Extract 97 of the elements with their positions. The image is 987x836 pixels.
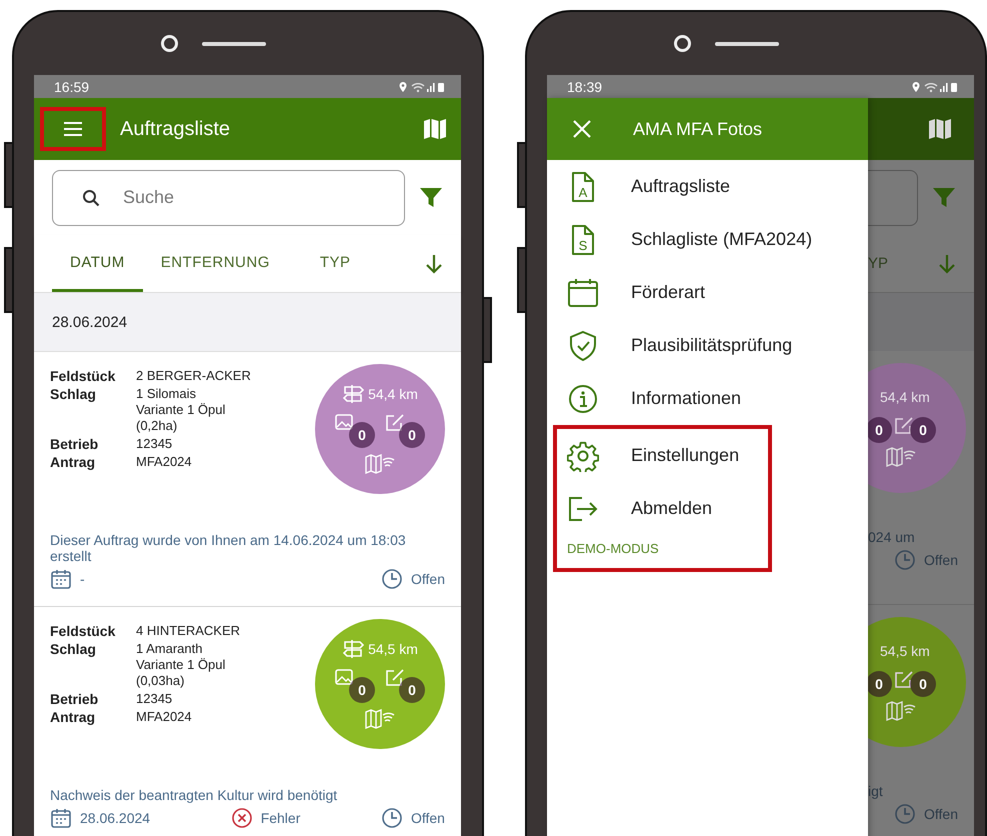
app-title: Auftragsliste [120,118,232,140]
info-icon [567,384,599,414]
sort-direction-icon[interactable] [425,254,443,274]
map-wifi-icon [365,454,395,474]
photo-count: 0 [868,417,892,443]
settings-icon [567,440,599,472]
drawer-item[interactable]: Einstellungen [557,429,768,482]
speaker-slot [714,42,778,46]
field-value: 1 Amaranth Variante 1 Öpul (0,03ha) [136,641,226,689]
order-status: Offen [411,571,445,587]
speaker-slot [202,42,266,46]
distance-text: 54,4 km [880,389,931,405]
order-message: igt [868,783,884,799]
order-status: Offen [924,552,958,568]
calendar-icon [50,568,72,590]
field-label: Feldstück [50,368,116,384]
status-time: 18:39 [567,78,602,94]
field-value: 12345 [136,436,174,452]
tab-label: YP [868,255,888,272]
field-label: Betrieb [50,436,100,452]
map-wifi-icon [886,447,916,467]
signpost-icon [342,639,364,659]
search-icon [82,188,100,206]
status-icons [399,80,445,92]
note-count: 0 [399,422,425,448]
field-label: Schlag [50,641,97,659]
note-count: 0 [910,417,936,443]
sort-direction-icon [938,254,956,274]
clock-icon [381,568,403,590]
field-label: Schlag [50,386,97,404]
field-value: MFA2024 [136,454,193,470]
filter-icon [932,186,956,210]
field-value: 1 Silomais Variante 1 Öpul (0,2ha) [136,386,226,434]
distance-text: 54,5 km [368,641,418,657]
calendar-icon [567,278,599,308]
drawer-item[interactable]: S Schlagliste (MFA2024) [547,213,868,266]
photo-count: 0 [349,677,375,703]
edit-note-icon [894,671,914,689]
order-message: Nachweis der beantragten Kultur wird benötigt [50,787,338,803]
drawer-item[interactable]: Plausibilitätsprüfung [547,319,868,372]
demo-mode-label: DEMO-MODUS [566,541,660,556]
filter-icon[interactable] [419,186,443,210]
field-label: Betrieb [50,691,100,707]
drawer-title: AMA MFA Fotos [633,118,762,140]
due-date: 28.06.2024 [80,810,150,826]
date-header: 28.06.2024 [52,314,128,330]
status-icons [912,80,958,92]
order-status: Offen [924,806,958,822]
clock-icon [894,803,916,825]
drawer-item[interactable]: A Auftragsliste [547,160,868,213]
clock-icon [380,807,403,829]
status-time: 16:59 [54,78,90,94]
distance-text: 54,5 km [880,643,931,659]
note-count: 0 [399,677,425,703]
map-wifi-icon [365,709,395,729]
menu-button[interactable] [40,107,106,151]
photo-icon [335,669,355,687]
clock-icon [894,549,916,571]
order-message: 024 um [868,529,916,545]
error-icon [230,807,253,829]
calendar-icon [50,807,72,829]
map-wifi-icon [886,701,916,721]
map-icon [928,118,952,140]
edit-note-icon [385,414,405,432]
photo-icon [335,414,355,432]
sort-tab[interactable]: TYP [302,235,369,292]
field-label: Antrag [50,454,96,470]
drawer-item[interactable]: Förderart [547,266,868,319]
field-value: 4 HINTERACKER [136,623,240,639]
note-count: 0 [910,671,936,697]
order-status: Offen [410,810,445,826]
photo-count: 0 [349,422,375,448]
close-icon [573,120,591,138]
order-card[interactable]: Feldstück 4 HINTERACKER Schlag 1 Amaranth Variante 1 Öpul (0,03ha) Betrieb 12345 Antrag MFA2024 54,5 km 0 0 Nachweis der beantragten Kultur wird benötigt 28.06.2024 Fehler Offen [34,607,461,836]
search-field[interactable]: Suche [52,170,405,226]
camera-icon [160,35,178,52]
camera-icon [674,35,690,52]
map-icon[interactable] [423,118,447,140]
error-status: Fehler [260,810,300,826]
order-card[interactable]: Feldstück 2 BERGER-ACKER Schlag 1 Silomais Variante 1 Öpul (0,2ha) Betrieb 12345 Antrag MFA2024 54,4 km 0 0 Dieser Auftrag wurde von Ihnen am 14.06.2024 um 18:03 erstellt - Offen [34,352,461,607]
field-label: Antrag [50,709,96,725]
field-value: MFA2024 [136,709,193,725]
edit-note-icon [894,417,914,435]
field-value: 12345 [136,691,174,707]
due-date: - [80,571,85,587]
field-label: Feldstück [50,623,116,639]
signpost-icon [342,384,364,404]
shield-check-icon [567,330,599,362]
drawer-item[interactable]: Informationen [547,372,868,425]
drawer-item[interactable]: Abmelden [557,482,768,535]
order-message: Dieser Auftrag wurde von Ihnen am 14.06.2024 um 18:03 erstellt [50,532,407,564]
distance-text: 54,4 km [368,386,418,402]
sort-tab[interactable]: ENTFERNUNG [142,235,288,292]
edit-note-icon [385,669,405,687]
field-value: 2 BERGER-ACKER [136,368,251,384]
photo-count: 0 [868,671,892,697]
menu-icon [63,121,83,137]
